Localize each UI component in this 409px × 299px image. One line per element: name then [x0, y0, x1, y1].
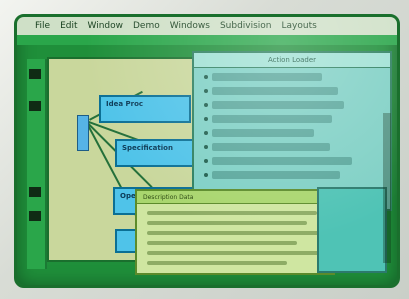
bullet-icon — [204, 131, 208, 135]
list-item[interactable] — [212, 143, 330, 151]
menu-demo[interactable]: Demo — [133, 21, 160, 31]
list-item[interactable] — [212, 129, 314, 137]
note-text-line — [147, 211, 317, 215]
bullet-icon — [204, 103, 208, 107]
bullet-icon — [204, 89, 208, 93]
bullet-icon — [204, 117, 208, 121]
bullet-icon — [204, 145, 208, 149]
note-text-line — [147, 251, 319, 255]
bullet-icon — [204, 75, 208, 79]
diagram-node-label: Idea Proc — [106, 100, 144, 108]
list-item[interactable] — [212, 73, 322, 81]
menu-window[interactable]: Window — [88, 21, 124, 31]
note-header: Description Data — [137, 191, 333, 204]
toolbar — [17, 35, 397, 45]
note-text-line — [147, 241, 297, 245]
list-item[interactable] — [212, 157, 352, 165]
note-text-line — [147, 231, 323, 235]
list-item[interactable] — [212, 115, 332, 123]
screen: File Edit Window Demo Windows Subdivisio… — [14, 14, 400, 288]
tool-icon[interactable] — [29, 211, 41, 221]
description-note-panel: Description Data — [135, 189, 335, 275]
menu-layouts[interactable]: Layouts — [282, 21, 317, 31]
tool-icon[interactable] — [29, 69, 41, 79]
diagram-node-label: Specification — [122, 144, 173, 152]
diagram-node[interactable]: Idea Proc — [99, 95, 191, 123]
menu-edit[interactable]: Edit — [60, 21, 77, 31]
tool-icon[interactable] — [29, 187, 41, 197]
note-text-line — [147, 261, 287, 265]
left-tool-strip — [27, 59, 47, 269]
menu-file[interactable]: File — [35, 21, 50, 31]
list-item[interactable] — [212, 171, 340, 179]
bullet-icon — [204, 159, 208, 163]
tool-icon[interactable] — [29, 101, 41, 111]
list-item[interactable] — [212, 101, 344, 109]
list-panel-title: Action Loader — [194, 53, 390, 68]
menu-subdivision[interactable]: Subdivision — [220, 21, 272, 31]
diagram-handle[interactable] — [77, 115, 89, 151]
menubar: File Edit Window Demo Windows Subdivisio… — [17, 17, 397, 35]
scrollbar[interactable] — [383, 113, 391, 263]
bullet-icon — [204, 173, 208, 177]
right-scroll-pane — [317, 187, 387, 273]
menu-windows[interactable]: Windows — [170, 21, 210, 31]
note-text-line — [147, 221, 307, 225]
list-item[interactable] — [212, 87, 338, 95]
